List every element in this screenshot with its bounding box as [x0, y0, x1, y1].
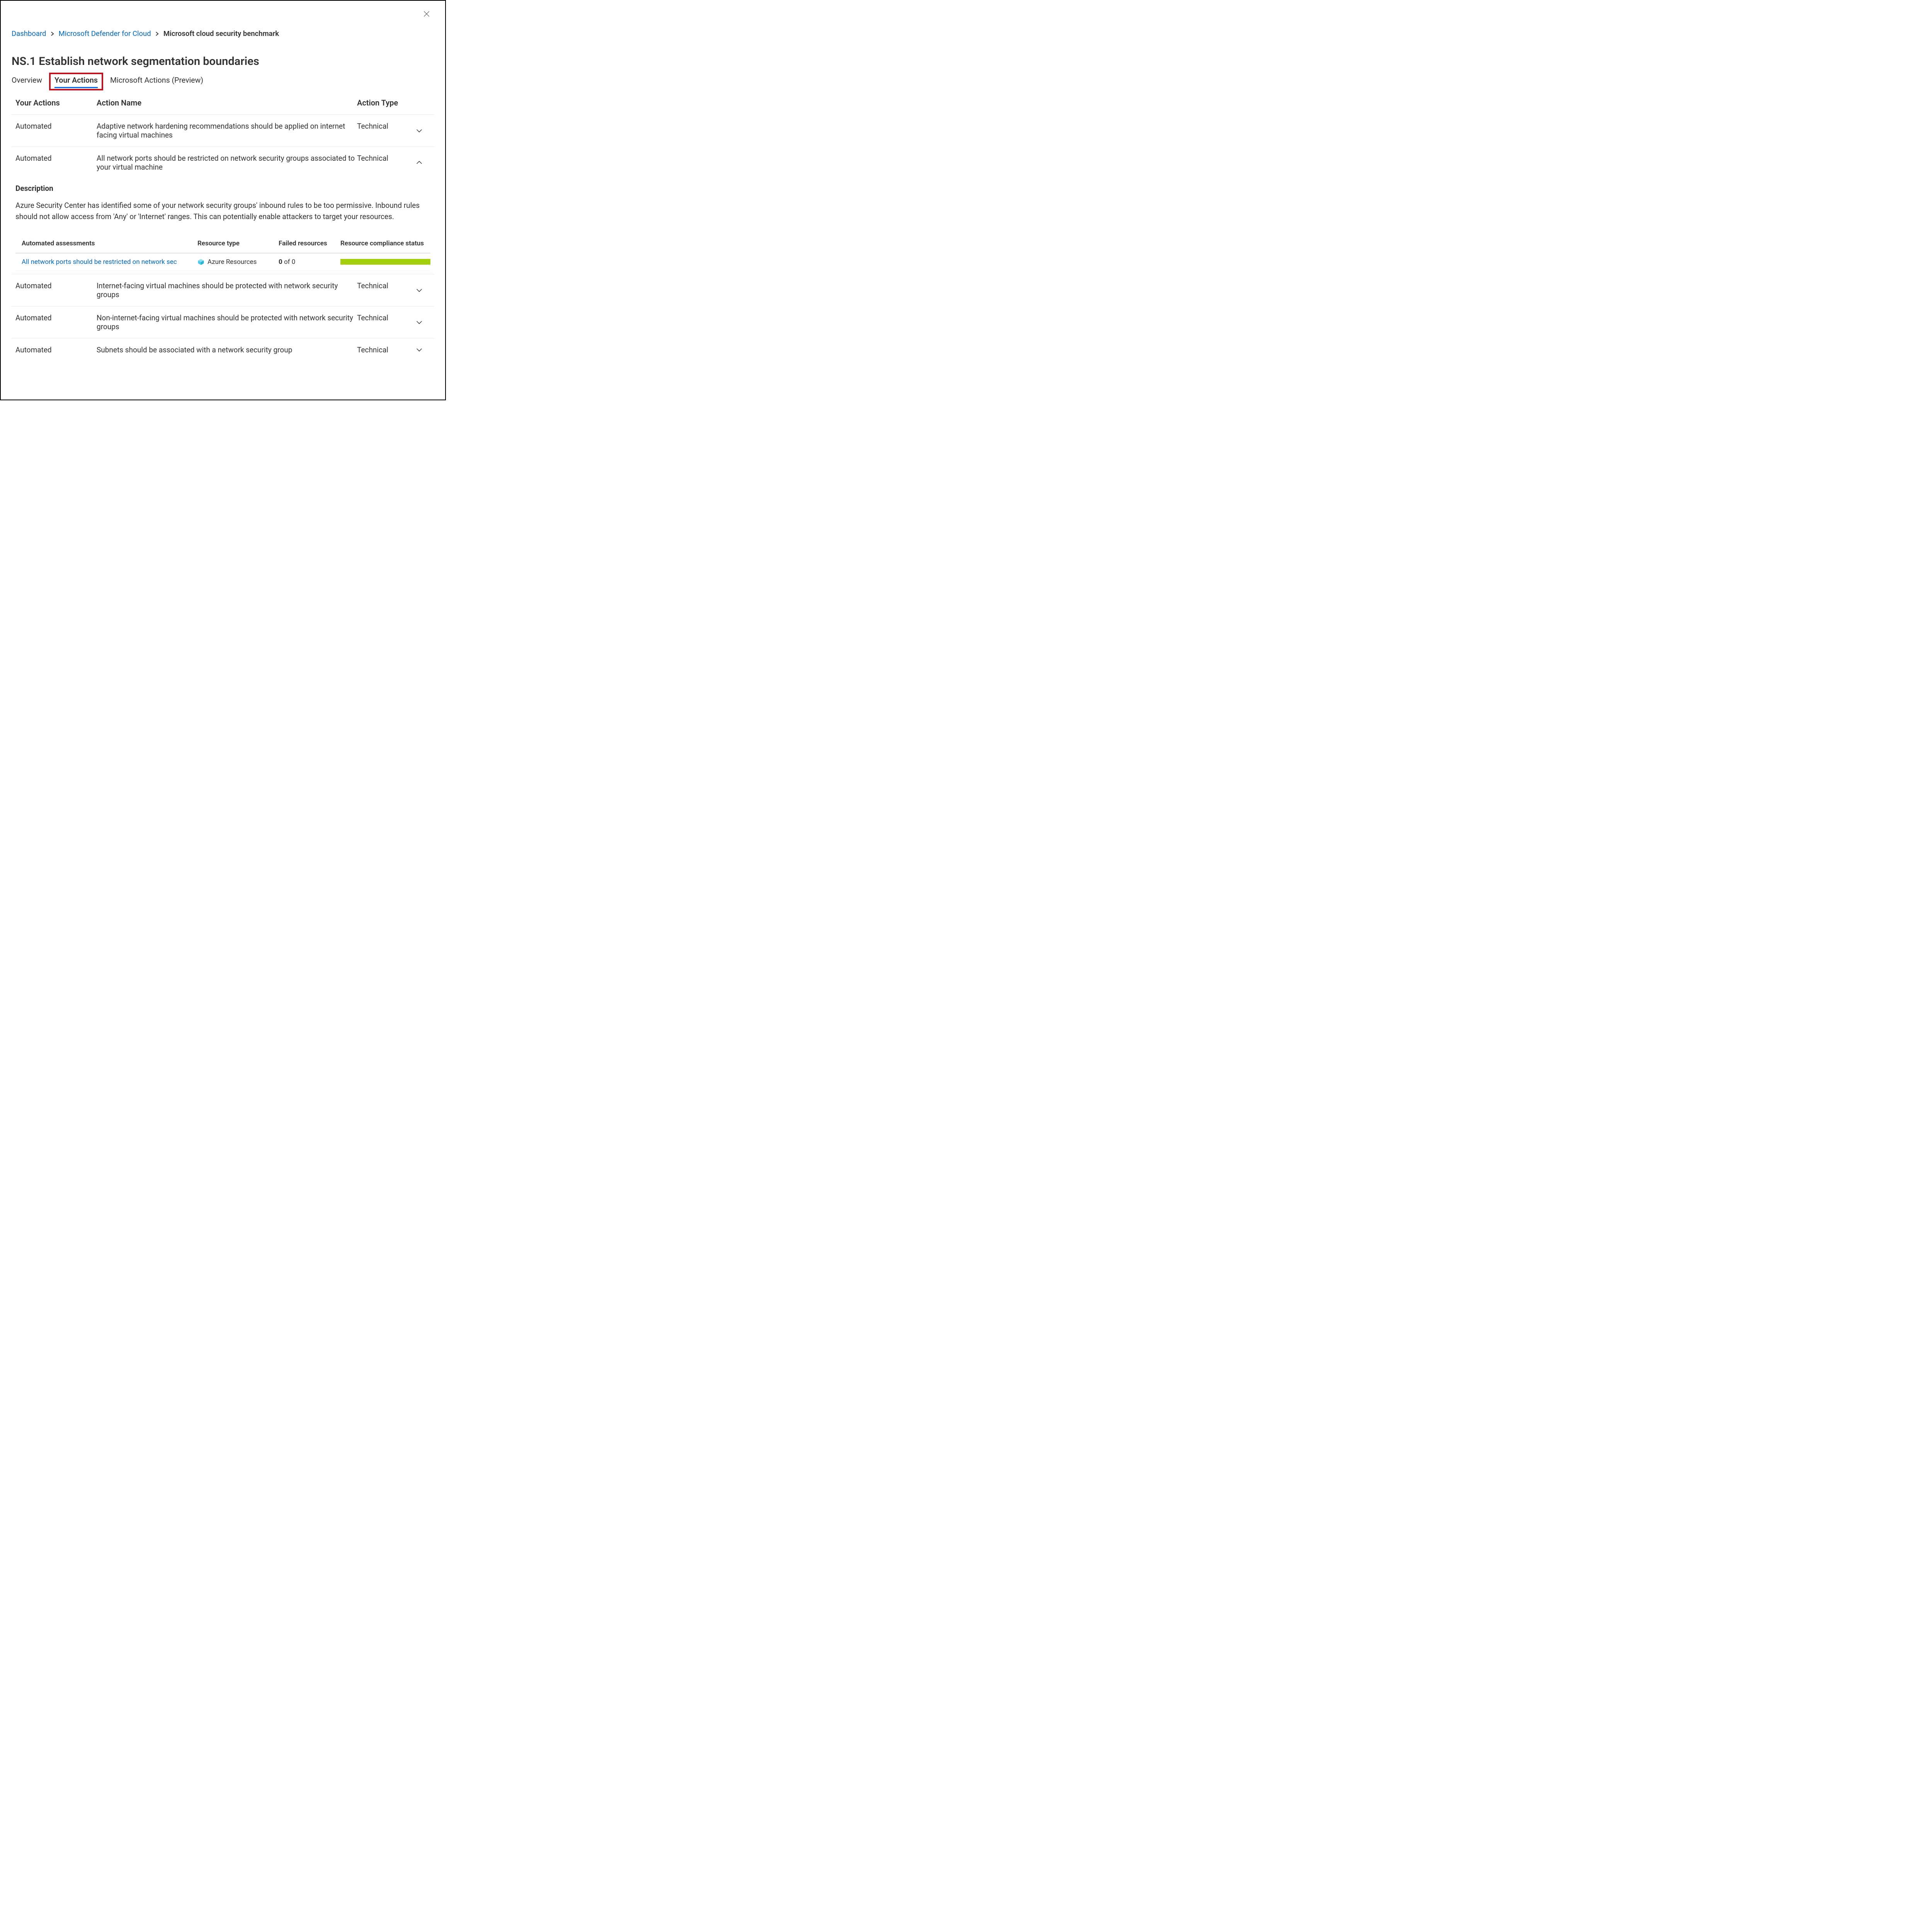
cell-your-actions: Automated	[15, 313, 97, 322]
breadcrumb-current: Microsoft cloud security benchmark	[163, 29, 279, 38]
col-action-type: Action Type	[357, 98, 415, 107]
tab-your-actions[interactable]: Your Actions	[54, 76, 98, 88]
cell-action-type: Technical	[357, 122, 415, 131]
cell-action-name: Non-internet-facing virtual machines sho…	[97, 313, 357, 331]
col-your-actions: Your Actions	[15, 98, 97, 107]
cell-your-actions: Automated	[15, 122, 97, 131]
cell-compliance	[340, 259, 430, 265]
assessment-link[interactable]: All network ports should be restricted o…	[22, 258, 197, 266]
cell-action-type: Technical	[357, 281, 415, 290]
cell-action-type: Technical	[357, 154, 415, 163]
tab-bar: Overview Your Actions Microsoft Actions …	[12, 76, 434, 88]
col-action-name: Action Name	[97, 98, 357, 107]
description-text: Azure Security Center has identified som…	[15, 200, 430, 223]
cell-your-actions: Automated	[15, 154, 97, 163]
azure-resource-icon	[197, 259, 204, 265]
compliance-bar	[340, 259, 430, 265]
cell-action-name: Internet-facing virtual machines should …	[97, 281, 357, 299]
close-icon	[423, 10, 430, 19]
col-compliance: Resource compliance status	[340, 240, 430, 247]
table-header: Your Actions Action Name Action Type	[12, 98, 434, 114]
chevron-down-icon[interactable]	[415, 345, 423, 354]
close-button[interactable]	[421, 9, 432, 20]
table-row[interactable]: Automated Subnets should be associated w…	[12, 338, 434, 361]
cell-action-type: Technical	[357, 345, 415, 354]
description-heading: Description	[15, 184, 430, 193]
cell-action-name: Subnets should be associated with a netw…	[97, 345, 357, 354]
page-title: NS.1 Establish network segmentation boun…	[12, 55, 434, 68]
expanded-panel: Description Azure Security Center has id…	[12, 179, 434, 274]
chevron-down-icon[interactable]	[415, 286, 423, 294]
assess-header: Automated assessments Resource type Fail…	[15, 240, 430, 253]
chevron-down-icon[interactable]	[415, 126, 423, 135]
chevron-right-icon	[155, 32, 159, 36]
col-resource-type: Resource type	[197, 240, 279, 247]
table-row[interactable]: Automated Internet-facing virtual machin…	[12, 274, 434, 306]
tab-your-actions-highlight: Your Actions	[49, 73, 103, 90]
cell-action-type: Technical	[357, 313, 415, 322]
breadcrumb-defender[interactable]: Microsoft Defender for Cloud	[59, 29, 151, 38]
cell-your-actions: Automated	[15, 345, 97, 354]
cell-action-name: Adaptive network hardening recommendatio…	[97, 122, 357, 139]
tab-microsoft-actions[interactable]: Microsoft Actions (Preview)	[110, 76, 203, 88]
table-row[interactable]: Automated Adaptive network hardening rec…	[12, 114, 434, 146]
chevron-up-icon[interactable]	[415, 158, 423, 167]
col-assessments: Automated assessments	[22, 240, 197, 247]
cell-failed: 0 of 0	[279, 258, 340, 266]
chevron-right-icon	[50, 32, 54, 36]
table-row[interactable]: Automated All network ports should be re…	[12, 146, 434, 179]
chevron-down-icon[interactable]	[415, 318, 423, 327]
cell-resource-type: Azure Resources	[197, 258, 279, 266]
control-details-pane: Dashboard Microsoft Defender for Cloud M…	[0, 0, 446, 400]
breadcrumb: Dashboard Microsoft Defender for Cloud M…	[12, 29, 434, 38]
table-row[interactable]: Automated Non-internet-facing virtual ma…	[12, 306, 434, 338]
breadcrumb-dashboard[interactable]: Dashboard	[12, 29, 46, 38]
actions-table: Your Actions Action Name Action Type Aut…	[12, 98, 434, 361]
assessments-table: Automated assessments Resource type Fail…	[15, 240, 430, 274]
cell-your-actions: Automated	[15, 281, 97, 290]
tab-overview[interactable]: Overview	[12, 76, 42, 88]
resource-type-label: Azure Resources	[207, 258, 257, 266]
assess-row[interactable]: All network ports should be restricted o…	[15, 253, 430, 271]
col-failed: Failed resources	[279, 240, 340, 247]
cell-action-name: All network ports should be restricted o…	[97, 154, 357, 172]
